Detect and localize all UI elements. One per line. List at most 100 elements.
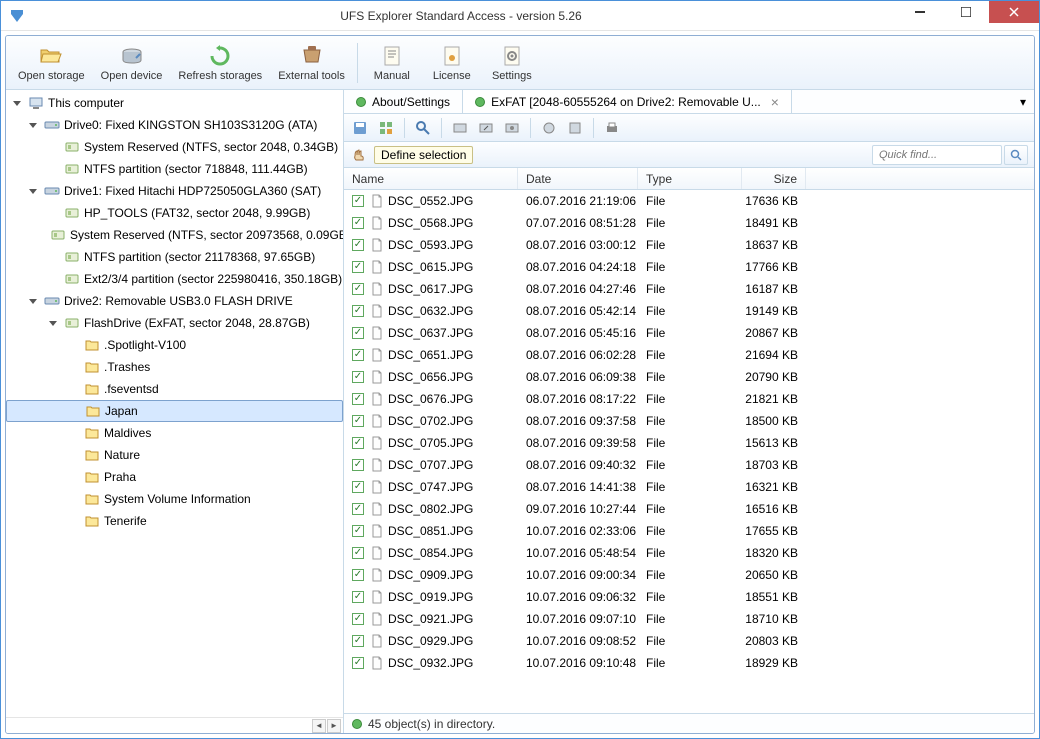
twisty-icon[interactable] (26, 294, 40, 308)
file-row[interactable]: ✓DSC_0568.JPG07.07.2016 08:51:28File1849… (344, 212, 1034, 234)
nav-icon-1[interactable] (448, 116, 472, 140)
col-type[interactable]: Type (638, 168, 742, 189)
toolbar-refresh-storages[interactable]: Refresh storages (170, 40, 270, 86)
checkbox[interactable]: ✓ (352, 283, 364, 295)
checkbox[interactable]: ✓ (352, 349, 364, 361)
file-row[interactable]: ✓DSC_0909.JPG10.07.2016 09:00:34File2065… (344, 564, 1034, 586)
tree-item[interactable]: System Reserved (NTFS, sector 20973568, … (6, 224, 343, 246)
file-row[interactable]: ✓DSC_0851.JPG10.07.2016 02:33:06File1765… (344, 520, 1034, 542)
scroll-left-icon[interactable]: ◄ (312, 719, 326, 733)
file-row[interactable]: ✓DSC_0615.JPG08.07.2016 04:24:18File1776… (344, 256, 1034, 278)
file-row[interactable]: ✓DSC_0656.JPG08.07.2016 06:09:38File2079… (344, 366, 1034, 388)
tree-item[interactable]: Maldives (6, 422, 343, 444)
tree-item[interactable]: .Spotlight-V100 (6, 334, 343, 356)
tab-menu-icon[interactable]: ▾ (1012, 90, 1034, 113)
twisty-icon[interactable] (10, 96, 24, 110)
tree-item[interactable]: Drive1: Fixed Hitachi HDP725050GLA360 (S… (6, 180, 343, 202)
maximize-button[interactable] (943, 1, 989, 23)
toolbar-open-storage[interactable]: Open storage (10, 40, 93, 86)
file-row[interactable]: ✓DSC_0707.JPG08.07.2016 09:40:32File1870… (344, 454, 1034, 476)
tab[interactable]: About/Settings (344, 90, 463, 113)
file-grid[interactable]: ✓DSC_0552.JPG06.07.2016 21:19:06File1763… (344, 190, 1034, 713)
file-row[interactable]: ✓DSC_0705.JPG08.07.2016 09:39:58File1561… (344, 432, 1034, 454)
col-date[interactable]: Date (518, 168, 638, 189)
tree-item[interactable]: NTFS partition (sector 718848, 111.44GB) (6, 158, 343, 180)
file-row[interactable]: ✓DSC_0617.JPG08.07.2016 04:27:46File1618… (344, 278, 1034, 300)
checkbox[interactable]: ✓ (352, 415, 364, 427)
tree-item[interactable]: Tenerife (6, 510, 343, 532)
tree-item[interactable]: System Volume Information (6, 488, 343, 510)
file-row[interactable]: ✓DSC_0919.JPG10.07.2016 09:06:32File1855… (344, 586, 1034, 608)
tree-item[interactable]: Japan (6, 400, 343, 422)
tree-scrollbar[interactable]: ◄ ► (6, 717, 343, 733)
tree-item[interactable]: Nature (6, 444, 343, 466)
checkbox[interactable]: ✓ (352, 239, 364, 251)
toolbar-license[interactable]: License (422, 40, 482, 86)
close-button[interactable] (989, 1, 1039, 23)
tree-item[interactable]: This computer (6, 92, 343, 114)
toolbar-settings[interactable]: Settings (482, 40, 542, 86)
file-row[interactable]: ✓DSC_0702.JPG08.07.2016 09:37:58File1850… (344, 410, 1034, 432)
tree-item[interactable]: HP_TOOLS (FAT32, sector 2048, 9.99GB) (6, 202, 343, 224)
checkbox[interactable]: ✓ (352, 437, 364, 449)
checkbox[interactable]: ✓ (352, 525, 364, 537)
search-icon[interactable] (411, 116, 435, 140)
tree-item[interactable]: Praha (6, 466, 343, 488)
twisty-icon[interactable] (26, 184, 40, 198)
file-row[interactable]: ✓DSC_0552.JPG06.07.2016 21:19:06File1763… (344, 190, 1034, 212)
twisty-icon[interactable] (26, 118, 40, 132)
tree-item[interactable]: .Trashes (6, 356, 343, 378)
checkbox[interactable]: ✓ (352, 327, 364, 339)
toolbar-external-tools[interactable]: External tools (270, 40, 353, 86)
checkbox[interactable]: ✓ (352, 591, 364, 603)
checkbox[interactable]: ✓ (352, 635, 364, 647)
tree-item[interactable]: System Reserved (NTFS, sector 2048, 0.34… (6, 136, 343, 158)
checkbox[interactable]: ✓ (352, 305, 364, 317)
checkbox[interactable]: ✓ (352, 481, 364, 493)
checkbox[interactable]: ✓ (352, 371, 364, 383)
minimize-button[interactable] (897, 1, 943, 23)
twisty-icon[interactable] (46, 316, 60, 330)
checkbox[interactable]: ✓ (352, 217, 364, 229)
file-row[interactable]: ✓DSC_0747.JPG08.07.2016 14:41:38File1632… (344, 476, 1034, 498)
checkbox[interactable]: ✓ (352, 613, 364, 625)
col-size[interactable]: Size (742, 168, 806, 189)
checkbox[interactable]: ✓ (352, 261, 364, 273)
file-row[interactable]: ✓DSC_0651.JPG08.07.2016 06:02:28File2169… (344, 344, 1034, 366)
checkbox[interactable]: ✓ (352, 393, 364, 405)
config-icon-2[interactable] (563, 116, 587, 140)
checkbox[interactable]: ✓ (352, 547, 364, 559)
tree-item[interactable]: .fseventsd (6, 378, 343, 400)
select-icon[interactable] (374, 116, 398, 140)
nav-icon-3[interactable] (500, 116, 524, 140)
device-tree[interactable]: This computerDrive0: Fixed KINGSTON SH10… (6, 90, 343, 717)
tree-item[interactable]: NTFS partition (sector 21178368, 97.65GB… (6, 246, 343, 268)
file-row[interactable]: ✓DSC_0593.JPG08.07.2016 03:00:12File1863… (344, 234, 1034, 256)
file-row[interactable]: ✓DSC_0676.JPG08.07.2016 08:17:22File2182… (344, 388, 1034, 410)
print-icon[interactable] (600, 116, 624, 140)
save-icon[interactable] (348, 116, 372, 140)
file-row[interactable]: ✓DSC_0802.JPG09.07.2016 10:27:44File1651… (344, 498, 1034, 520)
scroll-right-icon[interactable]: ► (327, 719, 341, 733)
config-icon-1[interactable] (537, 116, 561, 140)
checkbox[interactable]: ✓ (352, 195, 364, 207)
checkbox[interactable]: ✓ (352, 569, 364, 581)
checkbox[interactable]: ✓ (352, 657, 364, 669)
toolbar-open-device[interactable]: Open device (93, 40, 171, 86)
col-name[interactable]: Name (344, 168, 518, 189)
quick-find-button[interactable] (1004, 145, 1028, 165)
tree-item[interactable]: Drive2: Removable USB3.0 FLASH DRIVE (6, 290, 343, 312)
nav-icon-2[interactable] (474, 116, 498, 140)
file-row[interactable]: ✓DSC_0632.JPG08.07.2016 05:42:14File1914… (344, 300, 1034, 322)
tab-close-icon[interactable]: × (771, 94, 779, 110)
file-row[interactable]: ✓DSC_0921.JPG10.07.2016 09:07:10File1871… (344, 608, 1034, 630)
quick-find-input[interactable] (872, 145, 1002, 165)
file-row[interactable]: ✓DSC_0932.JPG10.07.2016 09:10:48File1892… (344, 652, 1034, 674)
tree-item[interactable]: Drive0: Fixed KINGSTON SH103S3120G (ATA) (6, 114, 343, 136)
file-row[interactable]: ✓DSC_0854.JPG10.07.2016 05:48:54File1832… (344, 542, 1034, 564)
file-row[interactable]: ✓DSC_0637.JPG08.07.2016 05:45:16File2086… (344, 322, 1034, 344)
checkbox[interactable]: ✓ (352, 503, 364, 515)
tree-item[interactable]: FlashDrive (ExFAT, sector 2048, 28.87GB) (6, 312, 343, 334)
tree-item[interactable]: Ext2/3/4 partition (sector 225980416, 35… (6, 268, 343, 290)
tab[interactable]: ExFAT [2048-60555264 on Drive2: Removabl… (463, 90, 792, 113)
